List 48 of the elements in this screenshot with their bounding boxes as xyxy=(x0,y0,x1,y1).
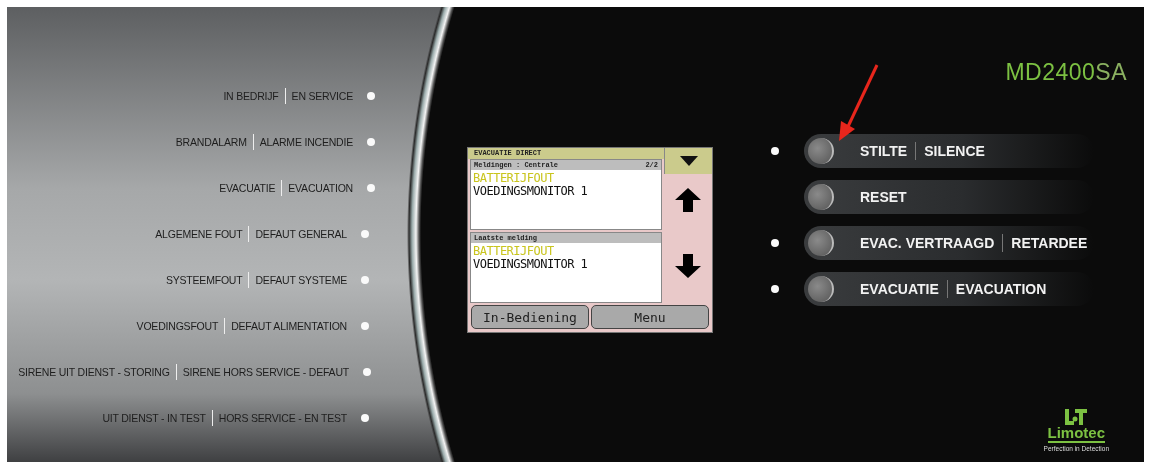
arrow-down-icon[interactable] xyxy=(675,254,701,278)
arrow-up-icon[interactable] xyxy=(675,188,701,212)
message-line: BATTERIJFOUT xyxy=(473,172,555,185)
model-name: MD2400SA xyxy=(1005,59,1127,86)
indicator-label: DEFAUT SYSTEME xyxy=(255,274,347,286)
button-label: EVACUATION xyxy=(955,281,1047,297)
indicator-label: IN BEDRIJF xyxy=(223,90,279,102)
indicator-label: SIRENE HORS SERVICE - DEFAUT xyxy=(182,366,349,378)
knob-icon xyxy=(808,276,834,302)
indicator-led xyxy=(367,138,375,146)
indicator-label: ALGEMENE FOUT xyxy=(155,228,243,240)
indicator-label: DEFAUT ALIMENTATION xyxy=(231,320,347,332)
message-line: VOEDINGSMONITOR 1 xyxy=(473,185,589,198)
indicator-label: BRANDALARM xyxy=(175,136,247,148)
indicator-led xyxy=(361,230,369,238)
indicator-led xyxy=(367,184,375,192)
screen-button[interactable]: Menu xyxy=(591,305,709,329)
indicator-label: DEFAUT GENERAL xyxy=(255,228,347,240)
indicator-label: EVACUATION xyxy=(288,182,353,194)
indicator-label: HORS SERVICE - EN TEST xyxy=(218,412,347,424)
knob-icon xyxy=(808,230,834,256)
indicator-led xyxy=(363,368,371,376)
knob-icon xyxy=(808,184,834,210)
button-label: RETARDEE xyxy=(1011,235,1088,251)
indicator-led xyxy=(361,276,369,284)
indicator-label: SIRENE UIT DIENST - STORING xyxy=(18,366,170,378)
dropdown-button[interactable] xyxy=(664,148,712,174)
knob-icon xyxy=(808,138,834,164)
button-label: SILENCE xyxy=(924,143,985,159)
indicator-led xyxy=(367,92,375,100)
button-label: EVAC. VERTRAAGD xyxy=(860,235,995,251)
logo-icon xyxy=(1065,409,1088,425)
indicator-led xyxy=(361,322,369,330)
brand-name: Limotec xyxy=(1047,425,1106,443)
indicator-label: VOEDINGSFOUT xyxy=(136,320,219,332)
dropdown-icon xyxy=(679,156,698,166)
button-label: RESET xyxy=(860,189,907,205)
indicator-led xyxy=(361,414,369,422)
message-line: VOEDINGSMONITOR 1 xyxy=(473,258,589,271)
indicator-label: ALARME INCENDIE xyxy=(259,136,353,148)
indicator-label: EVACUATIE xyxy=(219,182,276,194)
message-line: BATTERIJFOUT xyxy=(473,245,555,258)
button-label: STILTE xyxy=(860,143,908,159)
screen-button[interactable]: In-Bediening xyxy=(471,305,589,329)
indicator-label: EN SERVICE xyxy=(291,90,353,102)
button-label: EVACUATIE xyxy=(860,281,939,297)
indicator-label: SYSTEEMFOUT xyxy=(165,274,243,286)
indicator-label: UIT DIENST - IN TEST xyxy=(102,412,206,424)
